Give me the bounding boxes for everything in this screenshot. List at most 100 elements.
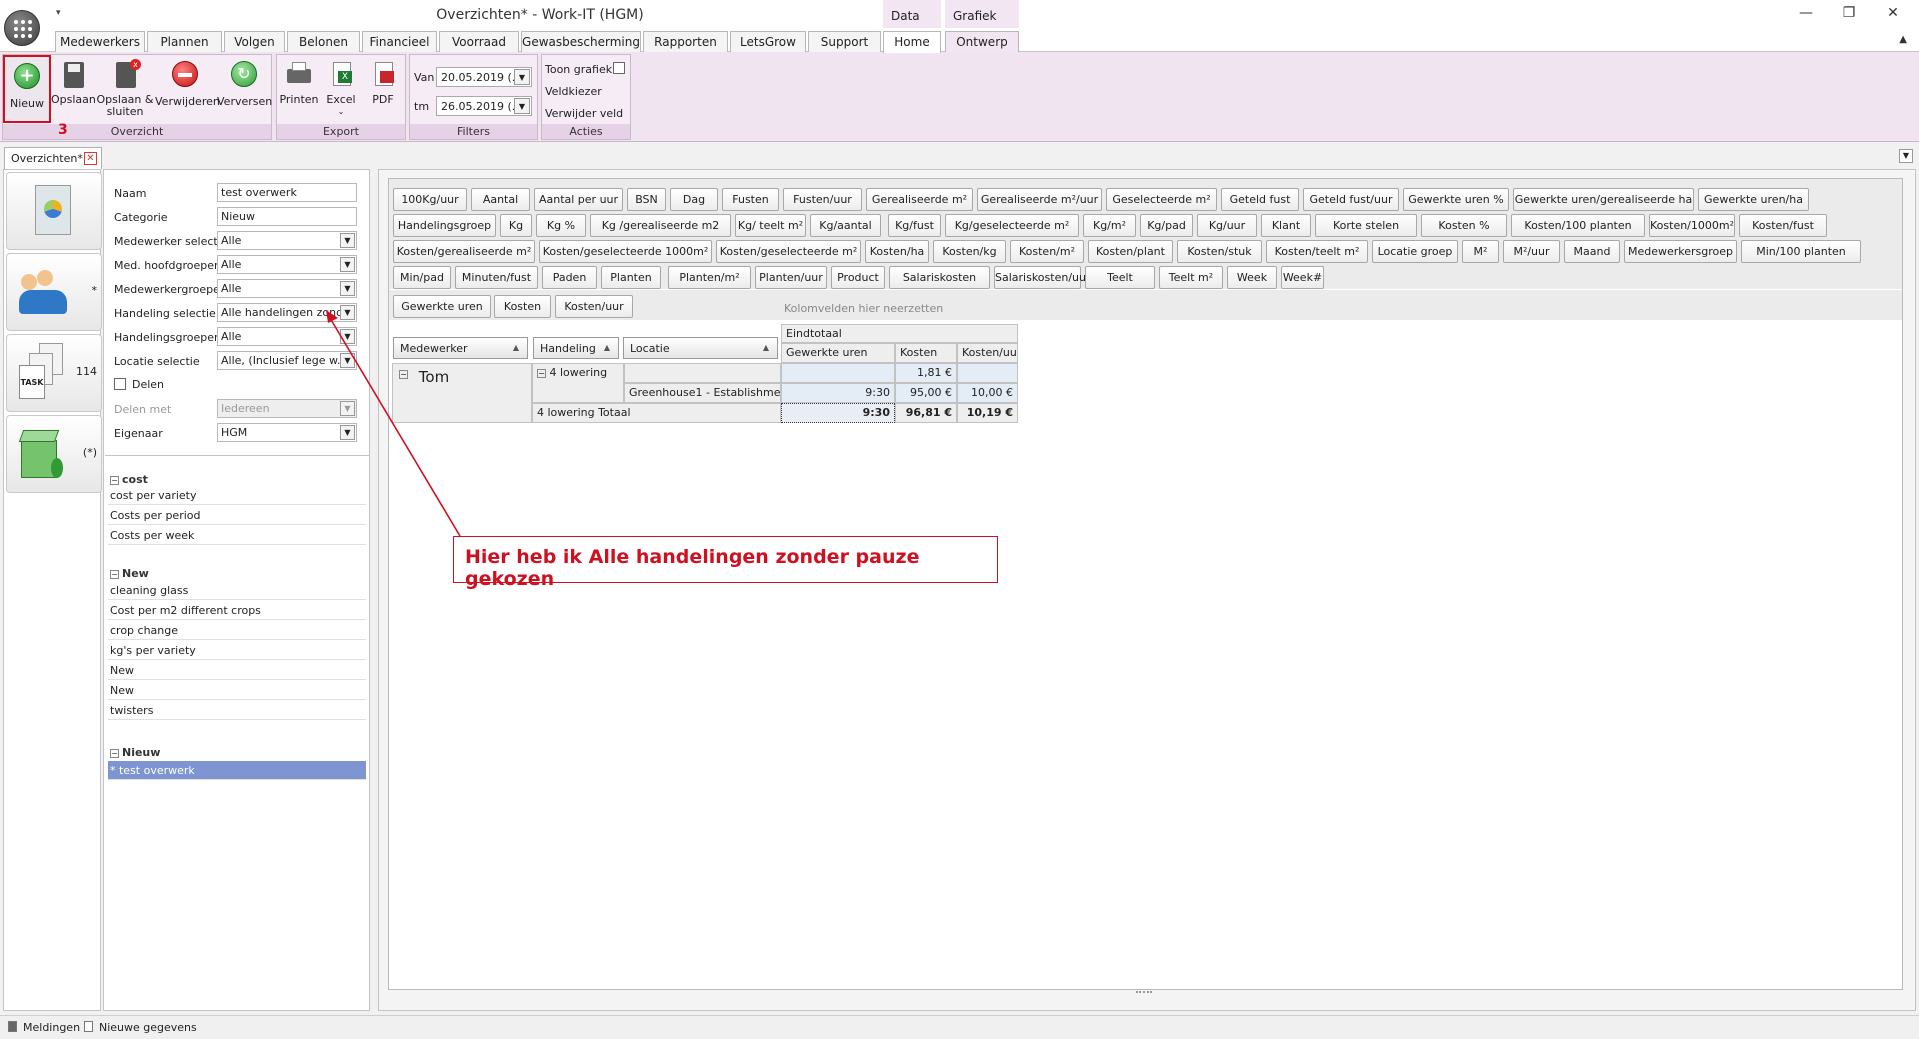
filter-field-button[interactable]: Kg/fust — [888, 214, 941, 237]
panel-splitter[interactable] — [371, 169, 377, 1011]
medewerker-selectie-select[interactable]: Alle ▼ — [217, 231, 357, 250]
chevron-down-icon[interactable]: ▼ — [340, 281, 355, 296]
collapse-icon[interactable]: − — [537, 369, 546, 378]
chevron-down-icon[interactable]: ▼ — [340, 329, 355, 344]
list-item[interactable]: New — [108, 661, 366, 680]
row-cell-locatie[interactable]: Greenhouse1 - Establishment b — [624, 383, 781, 403]
resize-grip-icon[interactable] — [1136, 991, 1152, 995]
tab-plannen[interactable]: Plannen — [147, 31, 222, 52]
list-item[interactable]: Costs per period — [108, 506, 366, 525]
ribbon-minimize-icon[interactable]: ▲ — [1899, 34, 1907, 45]
minimize-button[interactable]: — — [1795, 5, 1817, 21]
column-header[interactable]: Kosten/uur — [957, 343, 1018, 363]
filter-field-button[interactable]: Kg/m² — [1083, 214, 1136, 237]
tab-rapporten[interactable]: Rapporten — [643, 31, 728, 52]
eigenaar-select[interactable]: HGM ▼ — [217, 423, 357, 442]
close-icon[interactable]: ✕ — [84, 152, 97, 165]
filter-field-button[interactable]: Aantal per uur — [534, 188, 623, 211]
row-field-handeling[interactable]: Handeling ▲ — [533, 337, 619, 359]
meldingen-item[interactable]: Meldingen — [8, 1021, 80, 1034]
row-cell-handeling[interactable]: − 4 lowering — [532, 363, 624, 403]
filter-field-button[interactable]: Medewerkersgroep — [1624, 240, 1737, 263]
filter-field-button[interactable]: Kg — [500, 214, 532, 237]
filter-field-button[interactable]: Teelt — [1085, 266, 1155, 289]
filter-field-button[interactable]: Kosten/m² — [1010, 240, 1084, 263]
filter-field-button[interactable]: Kosten/ha — [865, 240, 929, 263]
delen-checkbox[interactable] — [114, 378, 126, 390]
close-button[interactable]: ✕ — [1882, 5, 1904, 21]
filter-field-button[interactable]: Gewerkte uren/ha — [1698, 188, 1809, 211]
data-field-button[interactable]: Kosten/uur — [555, 295, 633, 318]
tab-gewasbescherming[interactable]: Gewasbescherming — [521, 31, 641, 52]
filter-field-button[interactable]: Kosten/kg — [933, 240, 1006, 263]
filter-field-button[interactable]: Kosten/1000m² — [1649, 214, 1735, 237]
chevron-down-icon[interactable]: ▼ — [514, 69, 530, 85]
panel-dropdown-icon[interactable]: ▼ — [1899, 149, 1913, 163]
filter-field-button[interactable]: Geteld fust — [1221, 188, 1299, 211]
filter-field-button[interactable]: Fusten — [722, 188, 779, 211]
filter-field-button[interactable]: Kosten/100 planten — [1511, 214, 1645, 237]
tab-volgen[interactable]: Volgen — [224, 31, 285, 52]
excel-button[interactable]: X Excel ⌄ — [321, 59, 361, 118]
nav-tasks[interactable]: TASK 114 — [6, 334, 102, 412]
filter-field-button[interactable]: M² — [1462, 240, 1499, 263]
filter-field-button[interactable]: Salariskosten/uur — [994, 266, 1091, 289]
row-cell-employee[interactable]: − Tom — [392, 363, 532, 423]
collapse-icon[interactable]: − — [110, 476, 119, 485]
data-field-button[interactable]: Gewerkte uren — [393, 295, 491, 318]
list-group-nieuw[interactable]: − Nieuw — [110, 746, 160, 759]
filter-field-button[interactable]: Planten/uur — [755, 266, 827, 289]
tab-ontwerp[interactable]: Ontwerp — [945, 31, 1019, 52]
filter-field-button[interactable]: Gerealiseerde m² — [866, 188, 973, 211]
restore-button[interactable]: ❐ — [1838, 5, 1860, 21]
print-button[interactable]: Printen — [279, 59, 319, 106]
filter-field-button[interactable]: Week — [1227, 266, 1277, 289]
data-field-button[interactable]: Kosten — [494, 295, 551, 318]
chevron-down-icon[interactable]: ▼ — [340, 353, 355, 368]
app-menu-button[interactable] — [4, 10, 40, 46]
tab-home[interactable]: Home — [883, 31, 941, 53]
filter-field-button[interactable]: Geselecteerde m² — [1106, 188, 1217, 211]
filter-field-button[interactable]: Kosten/geselecteerde 1000m² — [539, 240, 712, 263]
filter-field-button[interactable]: Kosten/fust — [1739, 214, 1827, 237]
tab-voorraad[interactable]: Voorraad — [439, 31, 519, 52]
collapse-icon[interactable]: − — [110, 570, 119, 579]
filter-field-button[interactable]: Paden — [542, 266, 597, 289]
naam-field[interactable]: test overwerk — [217, 183, 357, 202]
save-button[interactable]: Opslaan — [51, 59, 96, 106]
filter-field-button[interactable]: Kg /gerealiseerde m2 — [590, 214, 731, 237]
chevron-down-icon[interactable]: ▼ — [340, 425, 355, 440]
categorie-field[interactable]: Nieuw — [217, 207, 357, 226]
handelingsgroepen-select[interactable]: Alle ▼ — [217, 327, 357, 346]
tab-support[interactable]: Support — [808, 31, 881, 52]
list-item-selected[interactable]: * test overwerk — [108, 761, 366, 780]
filter-field-button[interactable]: Kosten/plant — [1088, 240, 1173, 263]
new-button[interactable]: + Nieuw — [3, 55, 51, 123]
filter-field-button[interactable]: Dag — [670, 188, 718, 211]
filter-field-button[interactable]: Kosten/gerealiseerde m² — [393, 240, 535, 263]
verwijder-veld-button[interactable]: Verwijder veld — [545, 107, 623, 120]
filter-field-button[interactable]: Kosten/stuk — [1177, 240, 1262, 263]
collapse-icon[interactable]: − — [110, 749, 119, 758]
filter-field-button[interactable]: Kg/ teelt m² — [735, 214, 806, 237]
nav-overviews[interactable] — [6, 172, 102, 250]
chevron-down-icon[interactable]: ▼ — [514, 98, 530, 114]
row-field-medewerker[interactable]: Medewerker ▲ — [393, 337, 528, 359]
med-hoofdgroepen-select[interactable]: Alle ▼ — [217, 255, 357, 274]
list-item[interactable]: Cost per m2 different crops — [108, 601, 366, 620]
filter-field-button[interactable]: Salariskosten — [889, 266, 990, 289]
filter-field-button[interactable]: Kosten % — [1421, 214, 1507, 237]
refresh-button[interactable]: ↻ Verversen — [217, 59, 272, 108]
filter-field-button[interactable]: Fusten/uur — [783, 188, 862, 211]
list-group-cost[interactable]: − cost — [110, 473, 148, 486]
filter-field-button[interactable]: Minuten/fust — [455, 266, 538, 289]
column-header[interactable]: Kosten — [895, 343, 957, 363]
list-item[interactable]: crop change — [108, 621, 366, 640]
locatie-selectie-select[interactable]: Alle, (Inclusief lege w... ▼ — [217, 351, 357, 370]
filter-field-button[interactable]: Min/pad — [393, 266, 451, 289]
chevron-down-icon[interactable]: ▼ — [340, 305, 355, 320]
filter-field-button[interactable]: Kg/aantal — [810, 214, 881, 237]
list-item[interactable]: cleaning glass — [108, 581, 366, 600]
tab-letsgrow[interactable]: LetsGrow — [730, 31, 806, 52]
nav-employees[interactable]: * — [6, 253, 102, 331]
